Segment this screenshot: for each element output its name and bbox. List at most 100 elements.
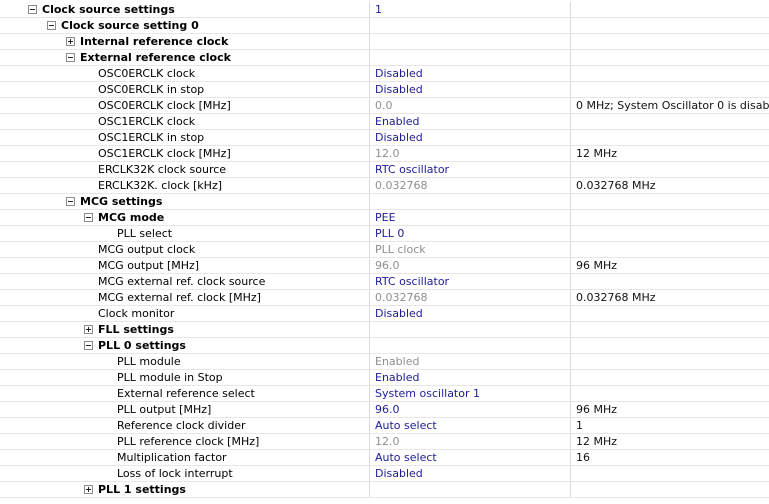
tree-row[interactable]: PLL output [MHz] 96.0 96 MHz	[0, 402, 769, 418]
property-value[interactable]	[371, 482, 571, 497]
property-name-cell: PLL 0 settings	[0, 338, 370, 353]
property-label: OSC0ERCLK clock [MHz]	[98, 99, 231, 112]
property-value[interactable]: PEE	[371, 210, 571, 225]
tree-row[interactable]: Loss of lock interrupt Disabled	[0, 466, 769, 482]
tree-row[interactable]: External reference select System oscillat…	[0, 386, 769, 402]
tree-row[interactable]: PLL reference clock [MHz] 12.0 12 MHz	[0, 434, 769, 450]
tree-row[interactable]: PLL 1 settings	[0, 482, 769, 498]
tree-row[interactable]: MCG mode PEE	[0, 210, 769, 226]
property-label: External reference select	[117, 387, 255, 400]
property-name-cell: Clock source setting 0	[0, 18, 370, 33]
property-info	[572, 242, 769, 257]
tree-row[interactable]: PLL 0 settings	[0, 338, 769, 354]
tree-row[interactable]: OSC1ERCLK clock [MHz] 12.0 12 MHz	[0, 146, 769, 162]
tree-row[interactable]: MCG external ref. clock source RTC oscill…	[0, 274, 769, 290]
property-value[interactable]: Auto select	[371, 450, 571, 465]
property-value[interactable]	[371, 34, 571, 49]
property-label: PLL 0 settings	[98, 339, 186, 352]
collapse-icon[interactable]	[47, 21, 56, 30]
property-value[interactable]: System oscillator 1	[371, 386, 571, 401]
property-info	[572, 482, 769, 497]
tree-row[interactable]: External reference clock	[0, 50, 769, 66]
tree-row[interactable]: OSC0ERCLK clock Disabled	[0, 66, 769, 82]
property-label: PLL reference clock [MHz]	[117, 435, 260, 448]
expand-icon[interactable]	[84, 325, 93, 334]
property-value[interactable]: Disabled	[371, 466, 571, 481]
tree-row[interactable]: MCG output clock PLL clock	[0, 242, 769, 258]
property-value[interactable]: Disabled	[371, 306, 571, 321]
tree-row[interactable]: PLL module in Stop Enabled	[0, 370, 769, 386]
property-name-cell: MCG external ref. clock source	[0, 274, 370, 289]
property-value[interactable]: 96.0	[371, 402, 571, 417]
property-info: 1	[576, 419, 583, 432]
tree-row[interactable]: Reference clock divider Auto select 1	[0, 418, 769, 434]
tree-row[interactable]: OSC1ERCLK in stop Disabled	[0, 130, 769, 146]
property-value[interactable]: Enabled	[371, 114, 571, 129]
tree-row[interactable]: ERCLK32K clock source RTC oscillator	[0, 162, 769, 178]
property-label: ERCLK32K clock source	[98, 163, 227, 176]
tree-row[interactable]: MCG output [MHz] 96.0 96 MHz	[0, 258, 769, 274]
property-name-cell: MCG output [MHz]	[0, 258, 370, 273]
collapse-icon[interactable]	[66, 53, 75, 62]
property-name-cell: Loss of lock interrupt	[0, 466, 370, 481]
property-info: 0.032768 MHz	[576, 179, 656, 192]
tree-row[interactable]: PLL module Enabled	[0, 354, 769, 370]
tree-row[interactable]: MCG settings	[0, 194, 769, 210]
property-value[interactable]: Auto select	[371, 418, 571, 433]
property-label: PLL module in Stop	[117, 371, 223, 384]
tree-row[interactable]: MCG external ref. clock [MHz] 0.032768 0.0…	[0, 290, 769, 306]
tree-row[interactable]: ERCLK32K. clock [kHz] 0.032768 0.032768 MH…	[0, 178, 769, 194]
property-name-cell: PLL module	[0, 354, 370, 369]
property-value[interactable]: RTC oscillator	[371, 162, 571, 177]
property-value[interactable]: PLL 0	[371, 226, 571, 241]
property-label: FLL settings	[98, 323, 174, 336]
property-label: PLL output [MHz]	[117, 403, 212, 416]
property-name-cell: MCG output clock	[0, 242, 370, 257]
property-info: 96 MHz	[576, 259, 618, 272]
property-value[interactable]: Enabled	[371, 370, 571, 385]
property-info: 0 MHz; System Oscillator 0 is disabled.	[576, 99, 769, 112]
property-name-cell: MCG mode	[0, 210, 370, 225]
property-value[interactable]: Disabled	[371, 130, 571, 145]
collapse-icon[interactable]	[84, 341, 93, 350]
property-info: 96 MHz	[576, 403, 618, 416]
tree-row[interactable]: Internal reference clock	[0, 34, 769, 50]
collapse-icon[interactable]	[84, 213, 93, 222]
property-name-cell: Multiplication factor	[0, 450, 370, 465]
property-value[interactable]: Disabled	[371, 66, 571, 81]
property-info: 12 MHz	[576, 435, 618, 448]
tree-row[interactable]: PLL select PLL 0	[0, 226, 769, 242]
property-value[interactable]: 1	[371, 2, 571, 17]
property-label: Internal reference clock	[80, 35, 229, 48]
tree-row[interactable]: Clock monitor Disabled	[0, 306, 769, 322]
tree-row[interactable]: Clock source settings 1	[0, 2, 769, 18]
tree-row[interactable]: FLL settings	[0, 322, 769, 338]
property-value[interactable]: Disabled	[371, 82, 571, 97]
property-name-cell: PLL 1 settings	[0, 482, 370, 497]
tree-row[interactable]: OSC0ERCLK clock [MHz] 0.0 0 MHz; System Os…	[0, 98, 769, 114]
property-value: PLL clock	[371, 242, 571, 257]
property-label: Reference clock divider	[117, 419, 246, 432]
collapse-icon[interactable]	[28, 5, 37, 14]
expand-icon[interactable]	[66, 37, 75, 46]
property-value[interactable]	[371, 50, 571, 65]
tree-row[interactable]: Multiplication factor Auto select 16	[0, 450, 769, 466]
property-value[interactable]	[371, 194, 571, 209]
property-value[interactable]	[371, 338, 571, 353]
tree-row[interactable]: OSC0ERCLK in stop Disabled	[0, 82, 769, 98]
property-label: Loss of lock interrupt	[117, 467, 233, 480]
collapse-icon[interactable]	[66, 197, 75, 206]
expand-icon[interactable]	[84, 485, 93, 494]
property-value[interactable]	[371, 18, 571, 33]
tree-row[interactable]: Clock source setting 0	[0, 18, 769, 34]
property-value[interactable]: RTC oscillator	[371, 274, 571, 289]
property-info	[572, 2, 769, 17]
property-value[interactable]	[371, 322, 571, 337]
property-info	[572, 50, 769, 65]
property-label: OSC1ERCLK clock [MHz]	[98, 147, 231, 160]
property-label: Clock source setting 0	[61, 19, 199, 32]
property-value: 12.0	[371, 146, 571, 161]
tree-row[interactable]: OSC1ERCLK clock Enabled	[0, 114, 769, 130]
property-label: External reference clock	[80, 51, 231, 64]
property-name-cell: ERCLK32K clock source	[0, 162, 370, 177]
